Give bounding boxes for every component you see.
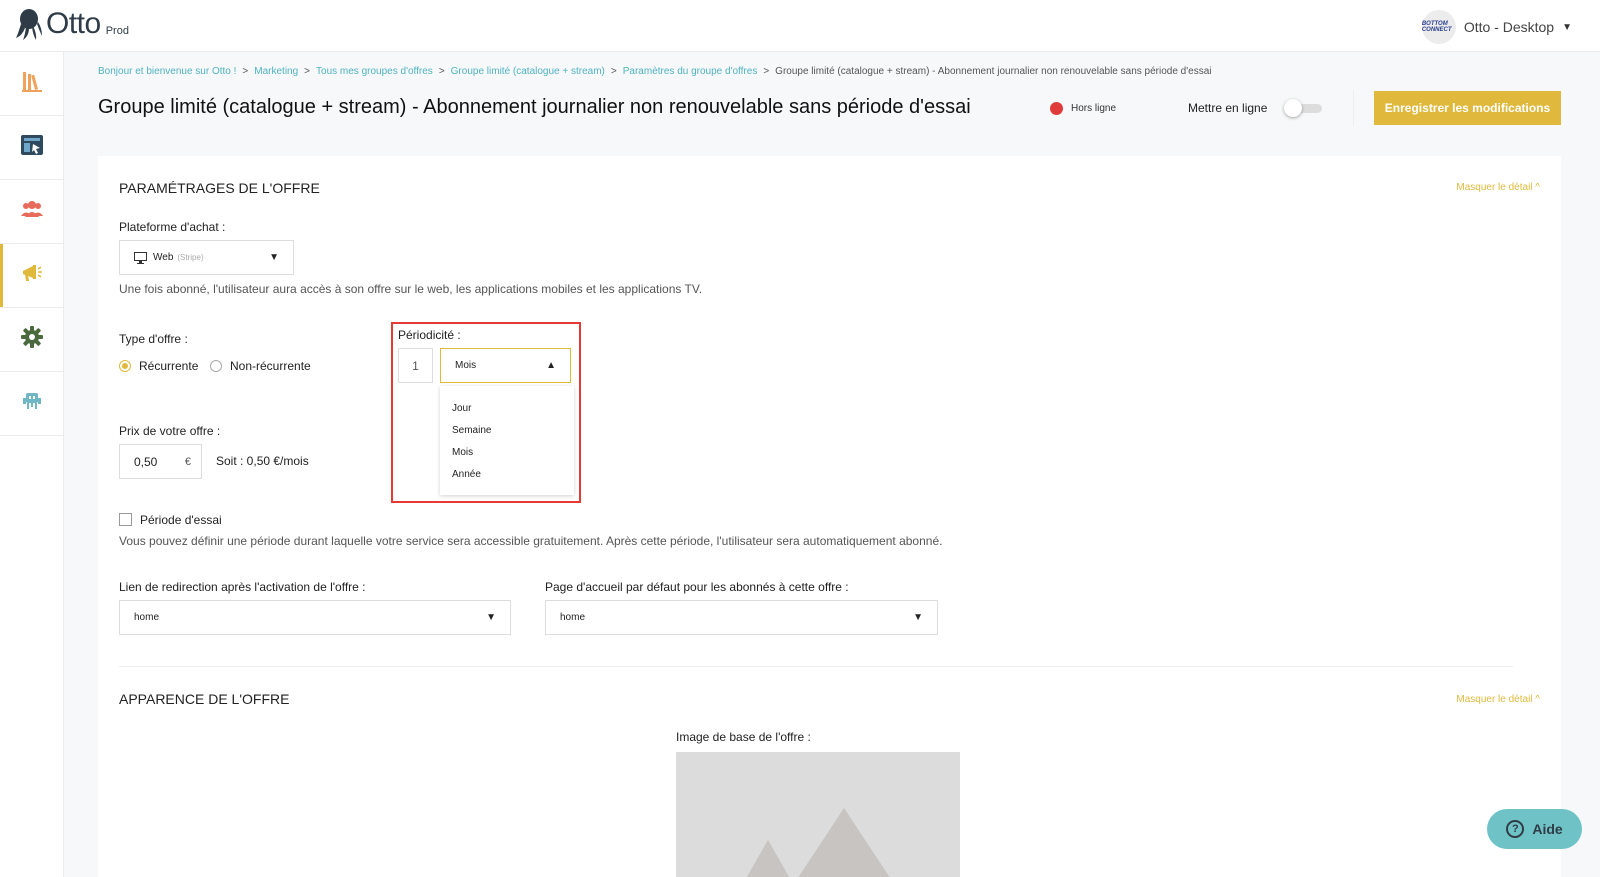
account-name: Otto - Desktop [1463, 19, 1555, 35]
radio-non-recurring[interactable]: Non-récurrente [210, 359, 311, 373]
periodicity-select[interactable]: Mois ▲ [440, 348, 571, 383]
publish-toggle[interactable] [1284, 99, 1322, 117]
periodicity-option-annee[interactable]: Année [440, 464, 574, 486]
periodicity-option-semaine[interactable]: Semaine [440, 420, 574, 442]
breadcrumb-current: Groupe limité (catalogue + stream) - Abo… [775, 66, 1212, 77]
space-invader-icon [21, 390, 43, 417]
sidebar-item-users[interactable] [0, 180, 63, 244]
caret-down-icon: ▼ [269, 252, 279, 263]
offer-card: PARAMÉTRAGES DE L'OFFRE Masquer le détai… [98, 156, 1561, 877]
periodicity-option-mois[interactable]: Mois [440, 442, 574, 464]
help-label: Aide [1532, 821, 1563, 837]
caret-down-icon: ▼ [486, 612, 496, 623]
toggle-knob [1284, 99, 1302, 117]
sidebar-item-catalog[interactable] [0, 116, 63, 180]
sidebar [0, 52, 64, 877]
radio-checked-icon [119, 360, 131, 372]
sidebar-item-marketing[interactable] [0, 244, 63, 308]
radio-unchecked-icon [210, 360, 222, 372]
sidebar-item-library[interactable] [0, 52, 63, 116]
platform-label: Plateforme d'achat : [119, 220, 226, 234]
caret-down-icon: ▼ [1562, 21, 1572, 33]
home-page-value: home [560, 612, 586, 623]
offline-dot-icon [1050, 102, 1063, 115]
periodicity-option-jour[interactable]: Jour [440, 398, 574, 420]
breadcrumb-separator: > [304, 66, 311, 77]
question-icon: ? [1506, 820, 1525, 838]
caret-up-icon: ▲ [546, 360, 556, 371]
periodicity-options: Jour Semaine Mois Année [440, 386, 574, 495]
home-page-select[interactable]: home ▼ [545, 600, 938, 635]
app-logo[interactable]: Otto Prod [16, 8, 129, 40]
periodicity-label: Périodicité : [398, 328, 461, 342]
radio-recurring[interactable]: Récurrente [119, 359, 198, 373]
home-page-label: Page d'accueil par défaut pour les abonn… [545, 580, 849, 594]
price-input[interactable]: 0,50 € [119, 444, 202, 479]
environment-label: Prod [105, 25, 129, 37]
appearance-section-title: APPARENCE DE L'OFFRE [119, 691, 290, 707]
base-image-label: Image de base de l'offre : [676, 730, 811, 744]
currency-symbol: € [184, 455, 191, 468]
breadcrumb-group[interactable]: Groupe limité (catalogue + stream) [451, 66, 605, 77]
octopus-logo-icon [16, 8, 42, 40]
catalog-icon [20, 134, 44, 161]
redirect-value: home [134, 612, 160, 623]
publish-label: Mettre en ligne [1188, 101, 1268, 115]
caret-down-icon: ▼ [913, 612, 923, 623]
radio-recurring-label: Récurrente [139, 359, 199, 373]
trial-help: Vous pouvez définir une période durant l… [119, 534, 943, 548]
app-name: Otto [46, 7, 101, 40]
trial-label: Période d'essai [140, 513, 222, 527]
hide-settings-link[interactable]: Masquer le détail ^ [1456, 182, 1540, 193]
price-value: 0,50 [134, 454, 158, 469]
megaphone-icon [21, 263, 43, 288]
image-placeholder[interactable] [676, 752, 960, 877]
top-bar: Otto Prod BOTTOM CONNECT Otto - Desktop … [0, 0, 1600, 52]
platform-help: Une fois abonné, l'utilisateur aura accè… [119, 282, 703, 296]
platform-sub: (Stripe) [177, 253, 204, 262]
offer-type-label: Type d'offre : [119, 332, 188, 346]
trial-checkbox[interactable] [119, 513, 132, 526]
main-content: Bonjour et bienvenue sur Otto ! > Marketin… [64, 52, 1600, 877]
periodicity-count-input[interactable]: 1 [398, 348, 433, 383]
sidebar-item-settings[interactable] [0, 308, 63, 372]
price-label: Prix de votre offre : [119, 424, 221, 438]
page-title: Groupe limité (catalogue + stream) - Abo… [98, 96, 971, 118]
breadcrumb: Bonjour et bienvenue sur Otto ! > Marketin… [98, 66, 1212, 77]
users-icon [20, 200, 44, 223]
redirect-label: Lien de redirection après l'activation d… [119, 580, 366, 594]
help-button[interactable]: ? Aide [1487, 809, 1582, 849]
platform-value: Web [153, 252, 174, 263]
settings-section-title: PARAMÉTRAGES DE L'OFFRE [119, 180, 320, 196]
breadcrumb-home[interactable]: Bonjour et bienvenue sur Otto ! [98, 66, 236, 77]
breadcrumb-separator: > [242, 66, 249, 77]
price-summary: Soit : 0,50 €/mois [216, 454, 309, 468]
hide-appearance-link[interactable]: Masquer le détail ^ [1456, 694, 1540, 705]
platform-select[interactable]: Web (Stripe) ▼ [119, 240, 294, 275]
section-divider [119, 666, 1513, 667]
account-menu[interactable]: BOTTOM CONNECT Otto - Desktop ▼ [1421, 10, 1572, 44]
avatar: BOTTOM CONNECT [1421, 10, 1456, 44]
breadcrumb-separator: > [438, 66, 445, 77]
save-button[interactable]: Enregistrer les modifications [1374, 91, 1561, 125]
breadcrumb-separator: > [763, 66, 770, 77]
radio-non-recurring-label: Non-récurrente [230, 359, 311, 373]
header-divider [1353, 90, 1354, 126]
sidebar-item-invader[interactable] [0, 372, 63, 436]
periodicity-value: Mois [455, 360, 477, 371]
status-label: Hors ligne [1071, 103, 1117, 114]
breadcrumb-group-settings[interactable]: Paramètres du groupe d'offres [623, 66, 758, 77]
breadcrumb-offer-groups[interactable]: Tous mes groupes d'offres [316, 66, 433, 77]
breadcrumb-separator: > [610, 66, 617, 77]
monitor-icon [134, 251, 147, 264]
library-icon [21, 70, 43, 97]
redirect-select[interactable]: home ▼ [119, 600, 511, 635]
breadcrumb-marketing[interactable]: Marketing [254, 66, 298, 77]
status-badge: Hors ligne [1050, 102, 1116, 115]
gear-icon [20, 326, 43, 353]
